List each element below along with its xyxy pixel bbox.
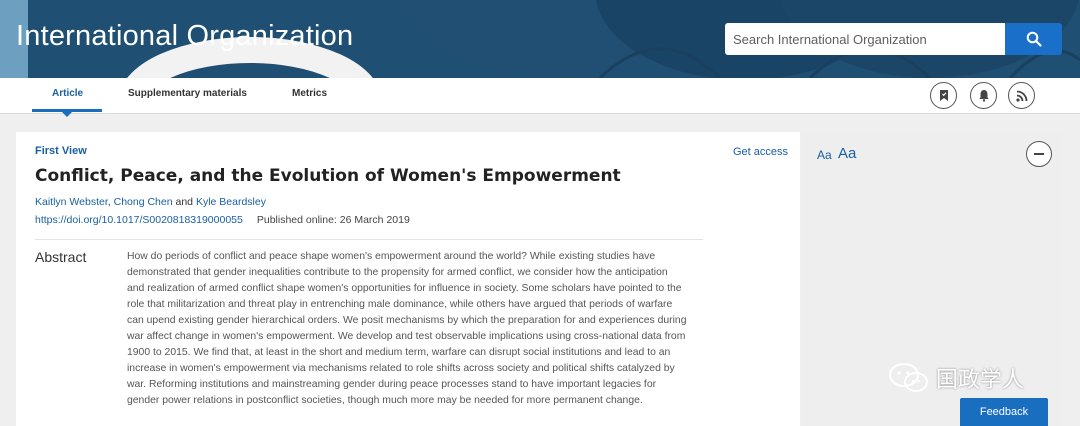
collapse-panel-button[interactable]	[1026, 141, 1052, 167]
article-tab-bar: Article Supplementary materials Metrics	[0, 78, 1080, 117]
watermark: 国政学人	[888, 362, 1024, 394]
bookmark-icon	[939, 90, 948, 101]
increase-font-button[interactable]: Aa	[838, 145, 856, 162]
decrease-font-button[interactable]: Aa	[817, 148, 832, 162]
search-button[interactable]	[1005, 23, 1062, 55]
search-icon	[1026, 31, 1042, 47]
first-view-label: First View	[35, 145, 87, 157]
published-date: Published online: 26 March 2019	[256, 214, 410, 226]
doi-row: https://doi.org/10.1017/S002081831900005…	[35, 214, 410, 226]
minus-icon	[1034, 153, 1044, 155]
get-access-link[interactable]: Get access	[733, 146, 788, 158]
bell-icon	[978, 90, 989, 102]
feedback-button[interactable]: Feedback	[960, 398, 1048, 426]
tab-supplementary-materials[interactable]: Supplementary materials	[128, 88, 247, 99]
abstract-text: How do periods of conflict and peace sha…	[127, 251, 687, 406]
author-list: Kaitlyn Webster, Chong Chen and Kyle Bea…	[35, 196, 266, 208]
doi-link[interactable]: https://doi.org/10.1017/S002081831900005…	[35, 214, 243, 226]
author-separator: and	[172, 196, 196, 208]
journal-banner: International Organization	[0, 0, 1080, 78]
author-link[interactable]: Kaitlyn Webster	[35, 196, 108, 208]
wechat-icon	[889, 363, 928, 392]
tab-metrics[interactable]: Metrics	[292, 88, 327, 99]
divider	[35, 239, 703, 240]
abstract-heading: Abstract	[35, 249, 87, 265]
tab-article[interactable]: Article	[52, 88, 83, 99]
bookmark-button[interactable]	[930, 82, 957, 109]
active-tab-pointer	[62, 112, 72, 117]
alert-button[interactable]	[970, 82, 997, 109]
watermark-text: 国政学人	[936, 367, 1025, 392]
rss-icon	[1015, 90, 1027, 102]
article-card: First View Get access Conflict, Peace, a…	[16, 132, 800, 426]
author-link[interactable]: Kyle Beardsley	[196, 196, 266, 208]
search-input[interactable]	[725, 23, 1005, 55]
author-link[interactable]: Chong Chen	[114, 196, 173, 208]
article-title: Conflict, Peace, and the Evolution of Wo…	[35, 166, 621, 186]
journal-title[interactable]: International Organization	[16, 20, 353, 53]
rss-button[interactable]	[1008, 82, 1035, 109]
